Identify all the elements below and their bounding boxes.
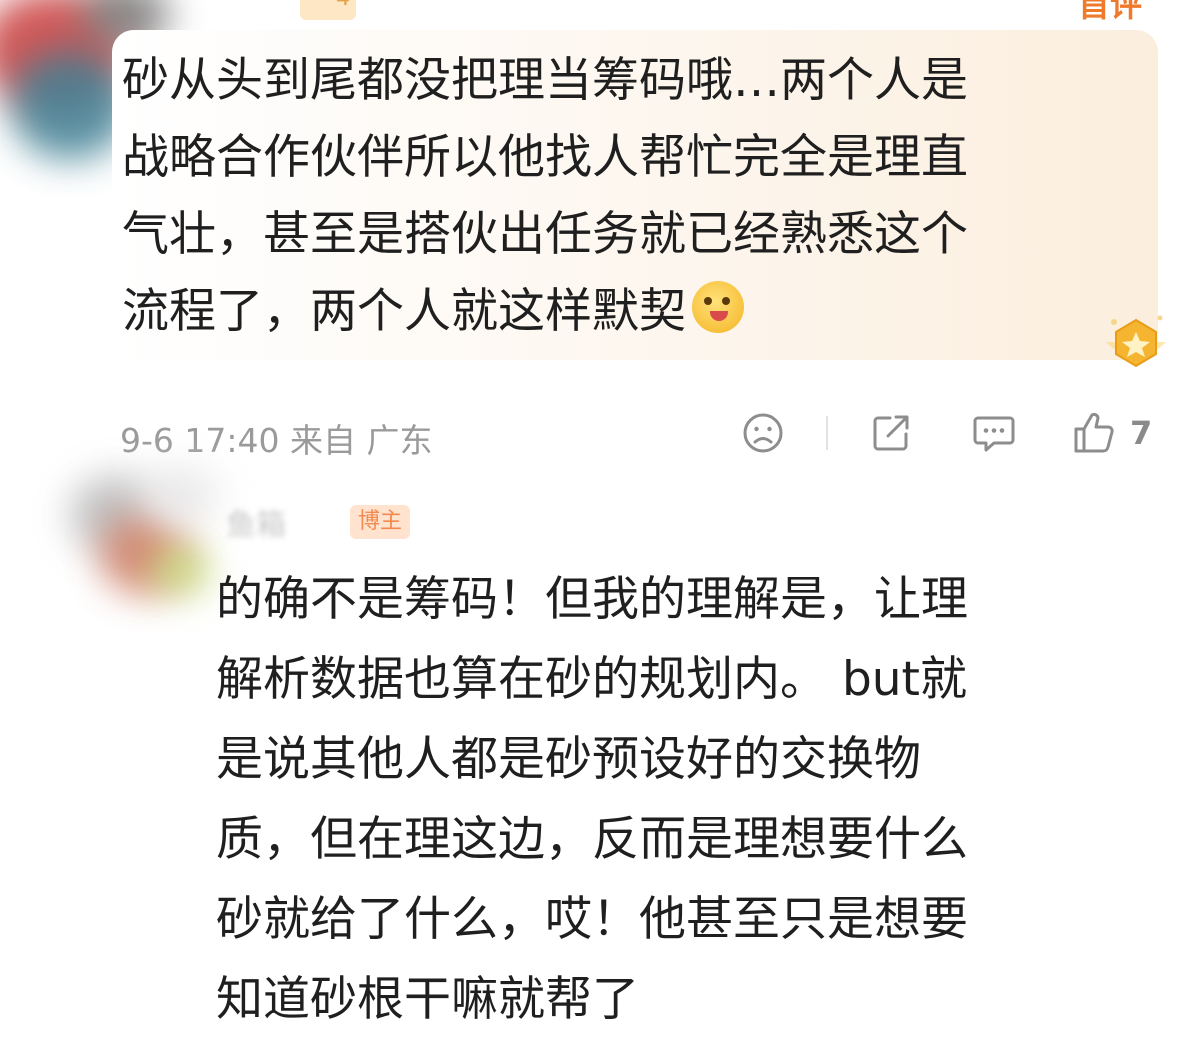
react-button[interactable]	[742, 408, 784, 458]
share-button[interactable]	[870, 408, 912, 458]
reply-line: 是说其他人都是砂预设好的交换物	[216, 732, 921, 787]
level-badge: 4	[300, 0, 356, 20]
comment-text: 砂从头到尾都没把理当筹码哦…两个人是 战略合作伙伴所以他找人帮忙完全是理直 气壮…	[122, 42, 1152, 350]
tongue-out-wink-emoji	[692, 281, 744, 333]
action-divider	[826, 416, 828, 450]
sad-face-icon	[743, 413, 783, 453]
like-button[interactable]: 7	[1072, 408, 1152, 458]
comment-line: 流程了，两个人就这样默契	[122, 273, 1152, 350]
reply-text: 的确不是筹码！但我的理解是，让理 解析数据也算在砂的规划内。 but就 是说其他…	[216, 560, 1156, 1040]
gold-medal-icon	[1106, 315, 1166, 368]
reply-author-avatar[interactable]	[70, 455, 230, 605]
reply-line: 的确不是筹码！但我的理解是，让理	[216, 572, 968, 627]
reply-line: 解析数据也算在砂的规划内。 but就	[216, 652, 967, 707]
comment-line: 战略合作伙伴所以他找人帮忙完全是理直	[122, 130, 968, 185]
comment-button[interactable]	[972, 408, 1016, 458]
reply-line: 知道砂根干嘛就帮了	[216, 972, 639, 1027]
reply-line: 砂就给了什么，哎！他甚至只是想要	[216, 892, 968, 947]
comment-line: 砂从头到尾都没把理当筹码哦…两个人是	[122, 53, 968, 108]
reply-line: 质，但在理这边，反而是理想要什么	[216, 812, 968, 867]
thumbs-up-icon	[1074, 412, 1114, 453]
comment-line: 气壮，甚至是搭伙出任务就已经熟悉这个	[122, 207, 968, 262]
comment-meta-row: 9-6 17:40 来自 广东 7	[120, 408, 1170, 460]
like-count: 7	[1130, 414, 1153, 452]
comment-bubble-icon	[973, 416, 1015, 452]
share-icon	[873, 415, 909, 451]
first-comment-tag: 首评	[1078, 0, 1143, 24]
author-badge: 博主	[350, 505, 411, 539]
reply-author-name[interactable]: 鱼箱	[226, 500, 286, 544]
